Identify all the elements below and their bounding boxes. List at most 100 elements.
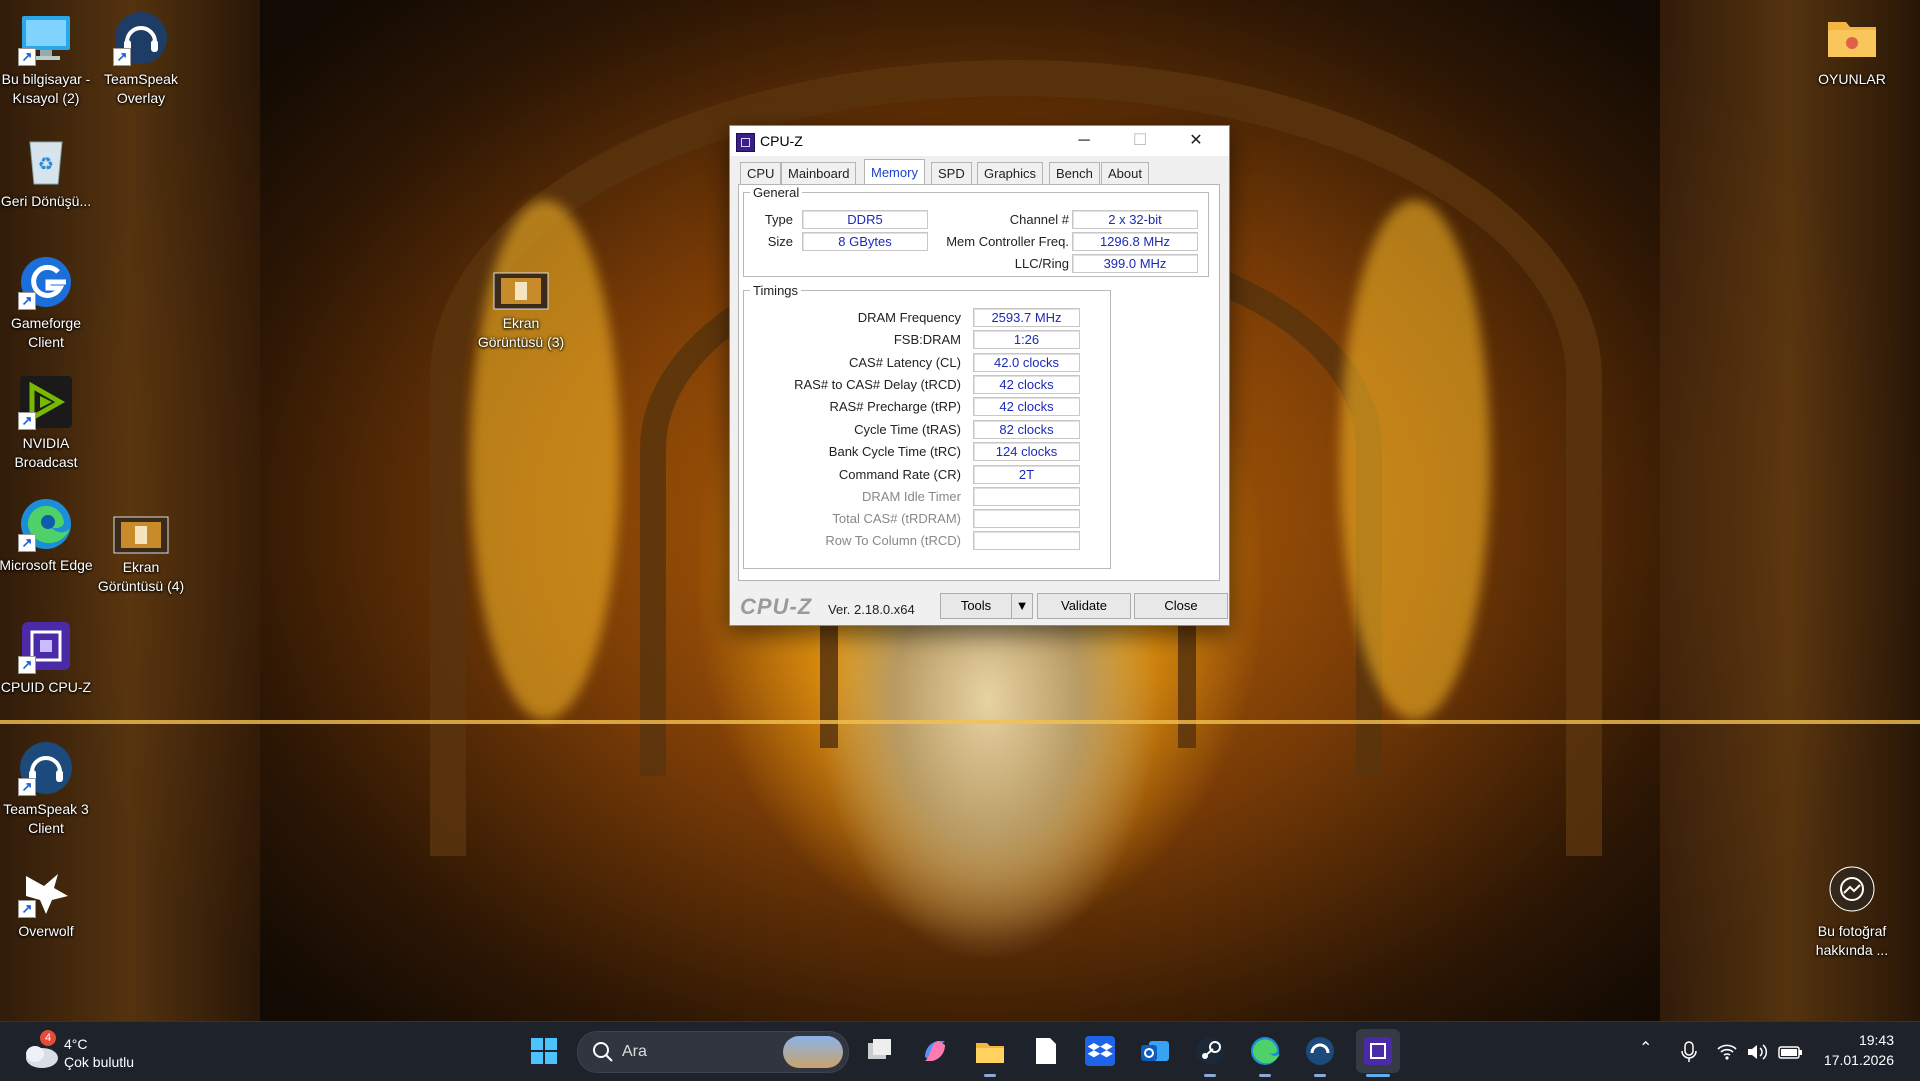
shortcut-arrow-icon: ↗	[18, 48, 36, 66]
show-hidden-icons-button[interactable]: ⌃	[1639, 1038, 1652, 1058]
desktop-icon-screenshot-4[interactable]: Ekran Görüntüsü (4)	[93, 516, 189, 596]
taskbar: 4 4°C Çok bulutlu Ara ⌃ 19:43 17.01.2026	[0, 1021, 1920, 1081]
desktop-icon-label: TeamSpeak 3 Client	[3, 801, 89, 836]
gameforge-icon: ↗	[18, 254, 74, 310]
folder-icon	[1824, 10, 1880, 66]
tools-dropdown-button[interactable]: ▼	[1011, 593, 1033, 619]
teamspeak-taskbar-button[interactable]	[1304, 1035, 1336, 1067]
photo-info-label: Bu fotoğraf hakkında ...	[1815, 923, 1889, 958]
tab-memory[interactable]: Memory	[864, 159, 925, 185]
camera-info-icon	[1829, 866, 1875, 912]
desktop-icon-oyunlar[interactable]: OYUNLAR	[1804, 10, 1900, 89]
maximize-button[interactable]: ☐	[1112, 126, 1168, 156]
dropbox-button[interactable]	[1084, 1035, 1116, 1067]
clock-date[interactable]: 17.01.2026	[1804, 1052, 1894, 1068]
weather-temp: 4°C	[64, 1036, 88, 1052]
timing-label: CAS# Latency (CL)	[849, 355, 961, 370]
desktop-icon-recycle-bin[interactable]: ♻ Geri Dönüşü...	[0, 132, 94, 211]
headset-icon: ↗	[18, 740, 74, 796]
file-explorer-icon	[976, 1043, 1004, 1063]
shortcut-arrow-icon: ↗	[18, 778, 36, 796]
edge-taskbar-button[interactable]	[1249, 1035, 1281, 1067]
task-view-icon	[868, 1039, 891, 1059]
microphone-icon[interactable]	[1679, 1040, 1699, 1064]
llc-ring-label: LLC/Ring	[1014, 256, 1069, 271]
llc-ring-value: 399.0 MHz	[1072, 254, 1198, 273]
running-indicator	[1204, 1074, 1216, 1077]
desktop-icon-cpuz[interactable]: ↗ CPUID CPU-Z	[0, 618, 94, 697]
tab-spd[interactable]: SPD	[931, 162, 972, 185]
outlook-icon	[1141, 1041, 1169, 1061]
photo-info-button[interactable]: Bu fotoğraf hakkında ...	[1804, 866, 1900, 960]
image-file-icon	[113, 516, 169, 554]
outlook-button[interactable]	[1139, 1035, 1171, 1067]
desktop-icon-label: Ekran Görüntüsü (3)	[477, 315, 565, 350]
timing-label: Cycle Time (tRAS)	[854, 422, 961, 437]
tools-button[interactable]: Tools	[940, 593, 1012, 619]
timing-value: 2593.7 MHz	[973, 308, 1080, 327]
volume-icon[interactable]	[1746, 1041, 1768, 1063]
mem-controller-freq-value: 1296.8 MHz	[1072, 232, 1198, 251]
bottom-bar: CPU-Z Ver. 2.18.0.x64 Tools ▼ Validate C…	[730, 584, 1229, 624]
search-icon	[593, 1042, 613, 1062]
headset-icon: ↗	[113, 10, 169, 66]
desktop-background: ↗ Bu bilgisayar - Kısayol (2) ↗ TeamSpea…	[0, 0, 1920, 1021]
validate-button[interactable]: Validate	[1037, 593, 1131, 619]
timing-label: RAS# to CAS# Delay (tRCD)	[794, 377, 961, 392]
edge-icon	[1251, 1037, 1280, 1065]
desktop-icon-label: Overwolf	[18, 923, 74, 939]
edge-icon: ↗	[18, 496, 74, 552]
desktop-icon-label: Geri Dönüşü...	[0, 193, 92, 209]
tab-mainboard[interactable]: Mainboard	[781, 162, 857, 185]
timing-value: 42 clocks	[973, 397, 1080, 416]
tab-bench[interactable]: Bench	[1049, 162, 1100, 185]
copilot-button[interactable]	[919, 1035, 951, 1067]
clock-time[interactable]: 19:43	[1824, 1032, 1894, 1048]
title-bar[interactable]: CPU-Z ─ ☐ ✕	[730, 126, 1229, 156]
search-input[interactable]: Ara	[577, 1031, 849, 1073]
dropbox-icon	[1085, 1036, 1115, 1066]
start-button[interactable]	[528, 1035, 560, 1067]
monitor-icon: ↗	[18, 10, 74, 66]
timing-label: Command Rate (CR)	[838, 467, 961, 482]
search-highlight-icon	[783, 1036, 843, 1068]
desktop-icon-teamspeak-overlay[interactable]: ↗ TeamSpeak Overlay	[93, 10, 189, 108]
desktop-icon-overwolf[interactable]: ↗ Overwolf	[0, 862, 94, 941]
maximize-icon: ☐	[1132, 132, 1148, 149]
mem-controller-freq-label: Mem Controller Freq.	[946, 234, 1069, 249]
desktop-icon-teamspeak3[interactable]: ↗ TeamSpeak 3 Client	[0, 740, 94, 838]
size-label: Size	[767, 234, 793, 249]
battery-icon[interactable]	[1778, 1041, 1804, 1063]
desktop-icon-screenshot-3[interactable]: Ekran Görüntüsü (3)	[473, 272, 569, 352]
shortcut-arrow-icon: ↗	[18, 534, 36, 552]
window-title: CPU-Z	[760, 133, 803, 149]
cpu-chip-icon: ↗	[18, 618, 74, 674]
close-window-button[interactable]: ✕	[1168, 126, 1224, 156]
timing-value: 82 clocks	[973, 420, 1080, 439]
steam-button[interactable]	[1194, 1035, 1226, 1067]
notepad-button[interactable]	[1029, 1035, 1061, 1067]
recycle-bin-icon: ♻	[18, 132, 74, 188]
cpuz-window: CPU-Z ─ ☐ ✕ CPU Mainboard Memory SPD Gra…	[729, 125, 1230, 626]
task-view-button[interactable]	[864, 1035, 896, 1067]
tab-about[interactable]: About	[1101, 162, 1149, 185]
desktop-icon-nvidia-broadcast[interactable]: ↗ NVIDIA Broadcast	[0, 374, 94, 472]
timing-value	[973, 487, 1080, 506]
image-file-icon	[493, 272, 549, 310]
file-explorer-button[interactable]	[974, 1035, 1006, 1067]
weather-widget[interactable]: 4 4°C Çok bulutlu	[18, 1030, 168, 1074]
cpuz-taskbar-button[interactable]	[1356, 1029, 1400, 1073]
channel-value: 2 x 32-bit	[1072, 210, 1198, 229]
shortcut-arrow-icon: ↗	[18, 412, 36, 430]
desktop-icon-gameforge[interactable]: ↗ Gameforge Client	[0, 254, 94, 352]
steam-icon	[1196, 1037, 1224, 1065]
desktop-icon-this-pc[interactable]: ↗ Bu bilgisayar - Kısayol (2)	[0, 10, 94, 108]
wolf-icon: ↗	[18, 862, 74, 918]
minimize-button[interactable]: ─	[1056, 126, 1112, 156]
tab-graphics[interactable]: Graphics	[977, 162, 1044, 185]
desktop-icon-edge[interactable]: ↗ Microsoft Edge	[0, 496, 94, 575]
cpuz-app-icon	[736, 133, 755, 152]
close-button[interactable]: Close	[1134, 593, 1228, 619]
wifi-icon[interactable]	[1716, 1041, 1738, 1063]
tab-cpu[interactable]: CPU	[740, 162, 782, 185]
